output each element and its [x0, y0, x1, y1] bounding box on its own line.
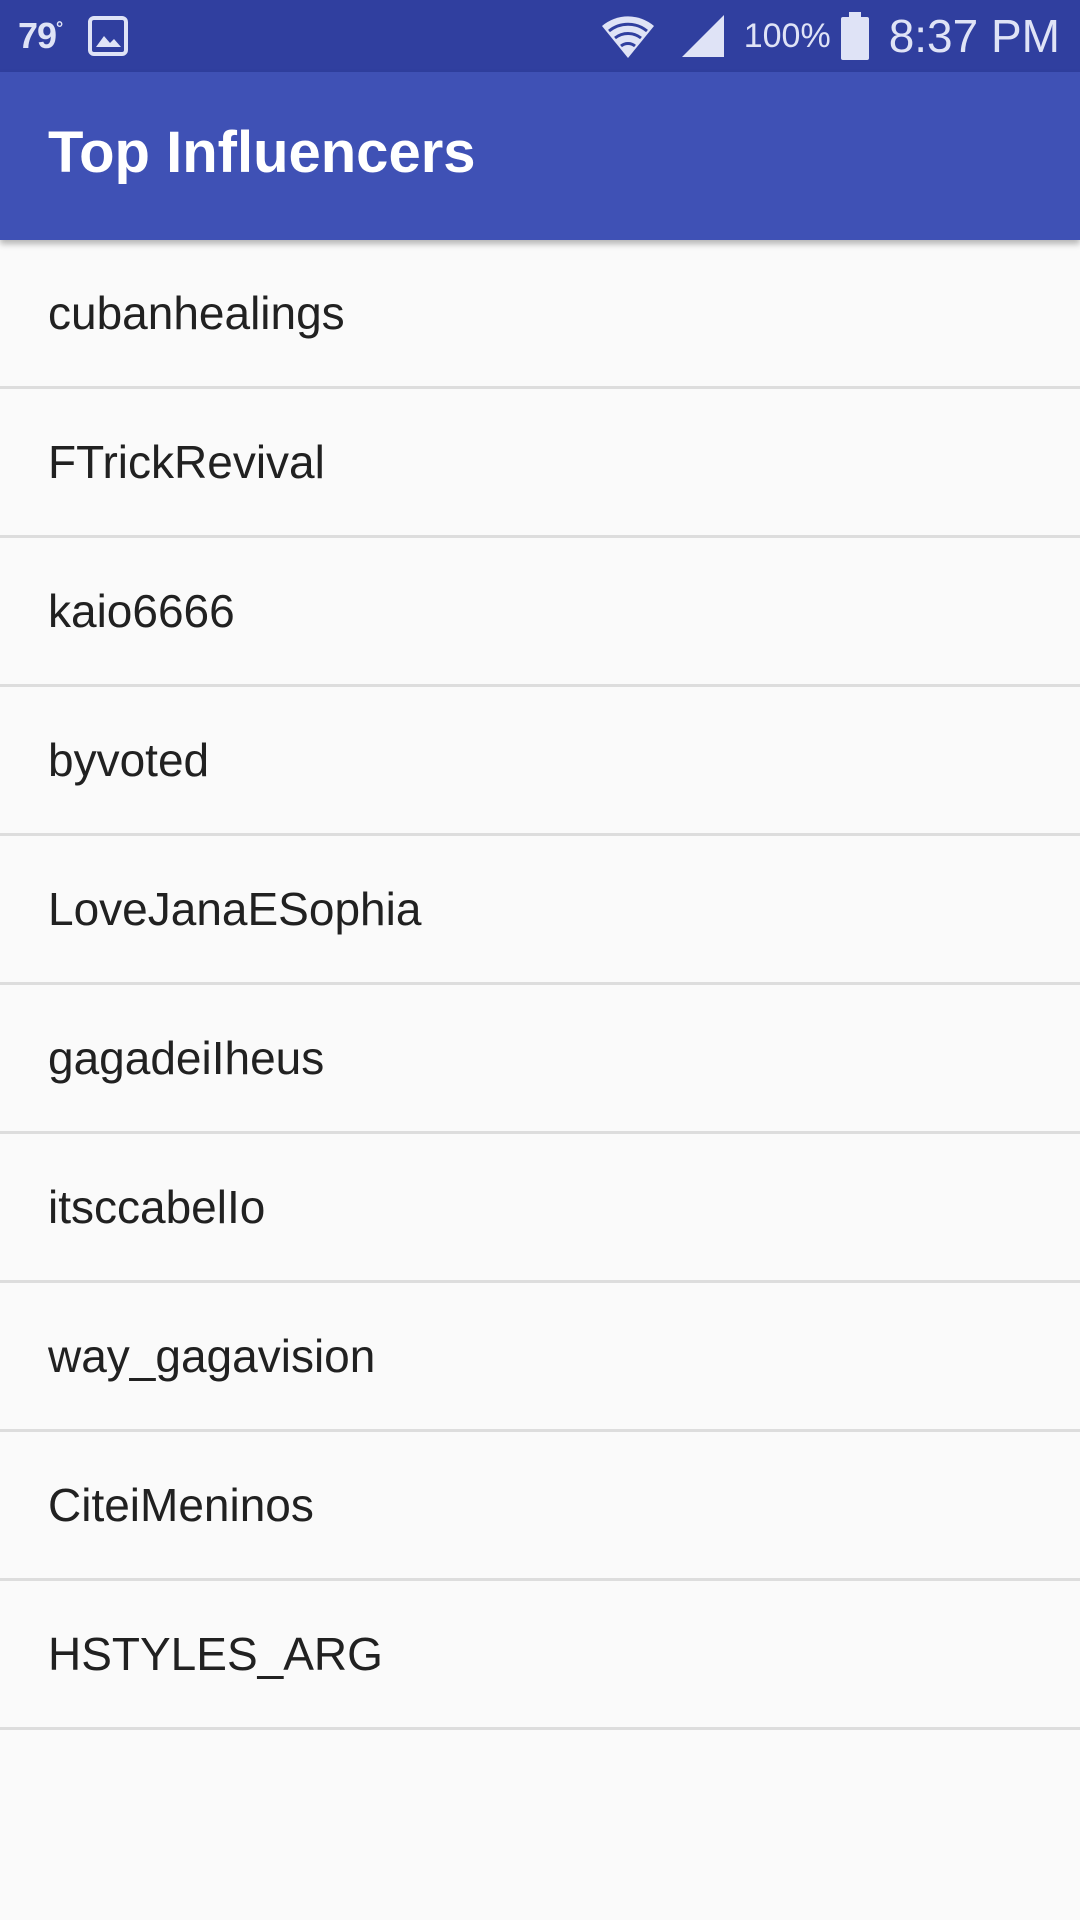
battery-percent: 100%	[743, 16, 831, 55]
status-bar-right: 100% 8:37 PM	[600, 0, 1060, 72]
list-item[interactable]: itsccabelIo	[0, 1134, 1080, 1283]
wifi-icon	[600, 12, 656, 60]
degree-symbol: °	[56, 18, 63, 38]
list-item[interactable]: cubanhealings	[0, 240, 1080, 389]
temperature-indicator: 79°	[18, 15, 63, 57]
app-bar: Top Influencers	[0, 72, 1080, 240]
battery-icon	[840, 12, 869, 60]
influencer-name: cubanhealings	[48, 287, 345, 339]
influencer-name: way_gagavision	[48, 1330, 376, 1382]
list-item[interactable]: CiteiMeninos	[0, 1432, 1080, 1581]
influencer-name: itsccabelIo	[48, 1181, 266, 1233]
status-bar-left: 79°	[0, 0, 129, 72]
page-title: Top Influencers	[48, 119, 476, 185]
list-item[interactable]: FTrickRevival	[0, 389, 1080, 538]
list-item[interactable]: way_gagavision	[0, 1283, 1080, 1432]
influencer-name: gagadeiIheus	[48, 1032, 325, 1084]
influencer-name: HSTYLES_ARG	[48, 1628, 383, 1680]
influencer-name: byvoted	[48, 734, 210, 786]
list-item[interactable]: byvoted	[0, 687, 1080, 836]
image-icon	[88, 16, 129, 56]
influencer-name: FTrickRevival	[48, 436, 325, 488]
list-item[interactable]: LoveJanaESophia	[0, 836, 1080, 985]
influencer-name: CiteiMeninos	[48, 1479, 314, 1531]
temperature-value: 79	[18, 15, 57, 56]
status-bar: 79° 100% 8:37 PM	[0, 0, 1080, 72]
list-item[interactable]: HSTYLES_ARG	[0, 1581, 1080, 1730]
cell-signal-icon	[680, 13, 726, 59]
influencer-name: kaio6666	[48, 585, 235, 637]
list-item[interactable]: gagadeiIheus	[0, 985, 1080, 1134]
influencer-list: cubanhealings FTrickRevival kaio6666 byv…	[0, 240, 1080, 1730]
influencer-name: LoveJanaESophia	[48, 883, 422, 935]
screen: 79° 100% 8:37 PM Top Influencers cubanhe…	[0, 0, 1080, 1920]
clock: 8:37 PM	[888, 10, 1060, 62]
list-item[interactable]: kaio6666	[0, 538, 1080, 687]
